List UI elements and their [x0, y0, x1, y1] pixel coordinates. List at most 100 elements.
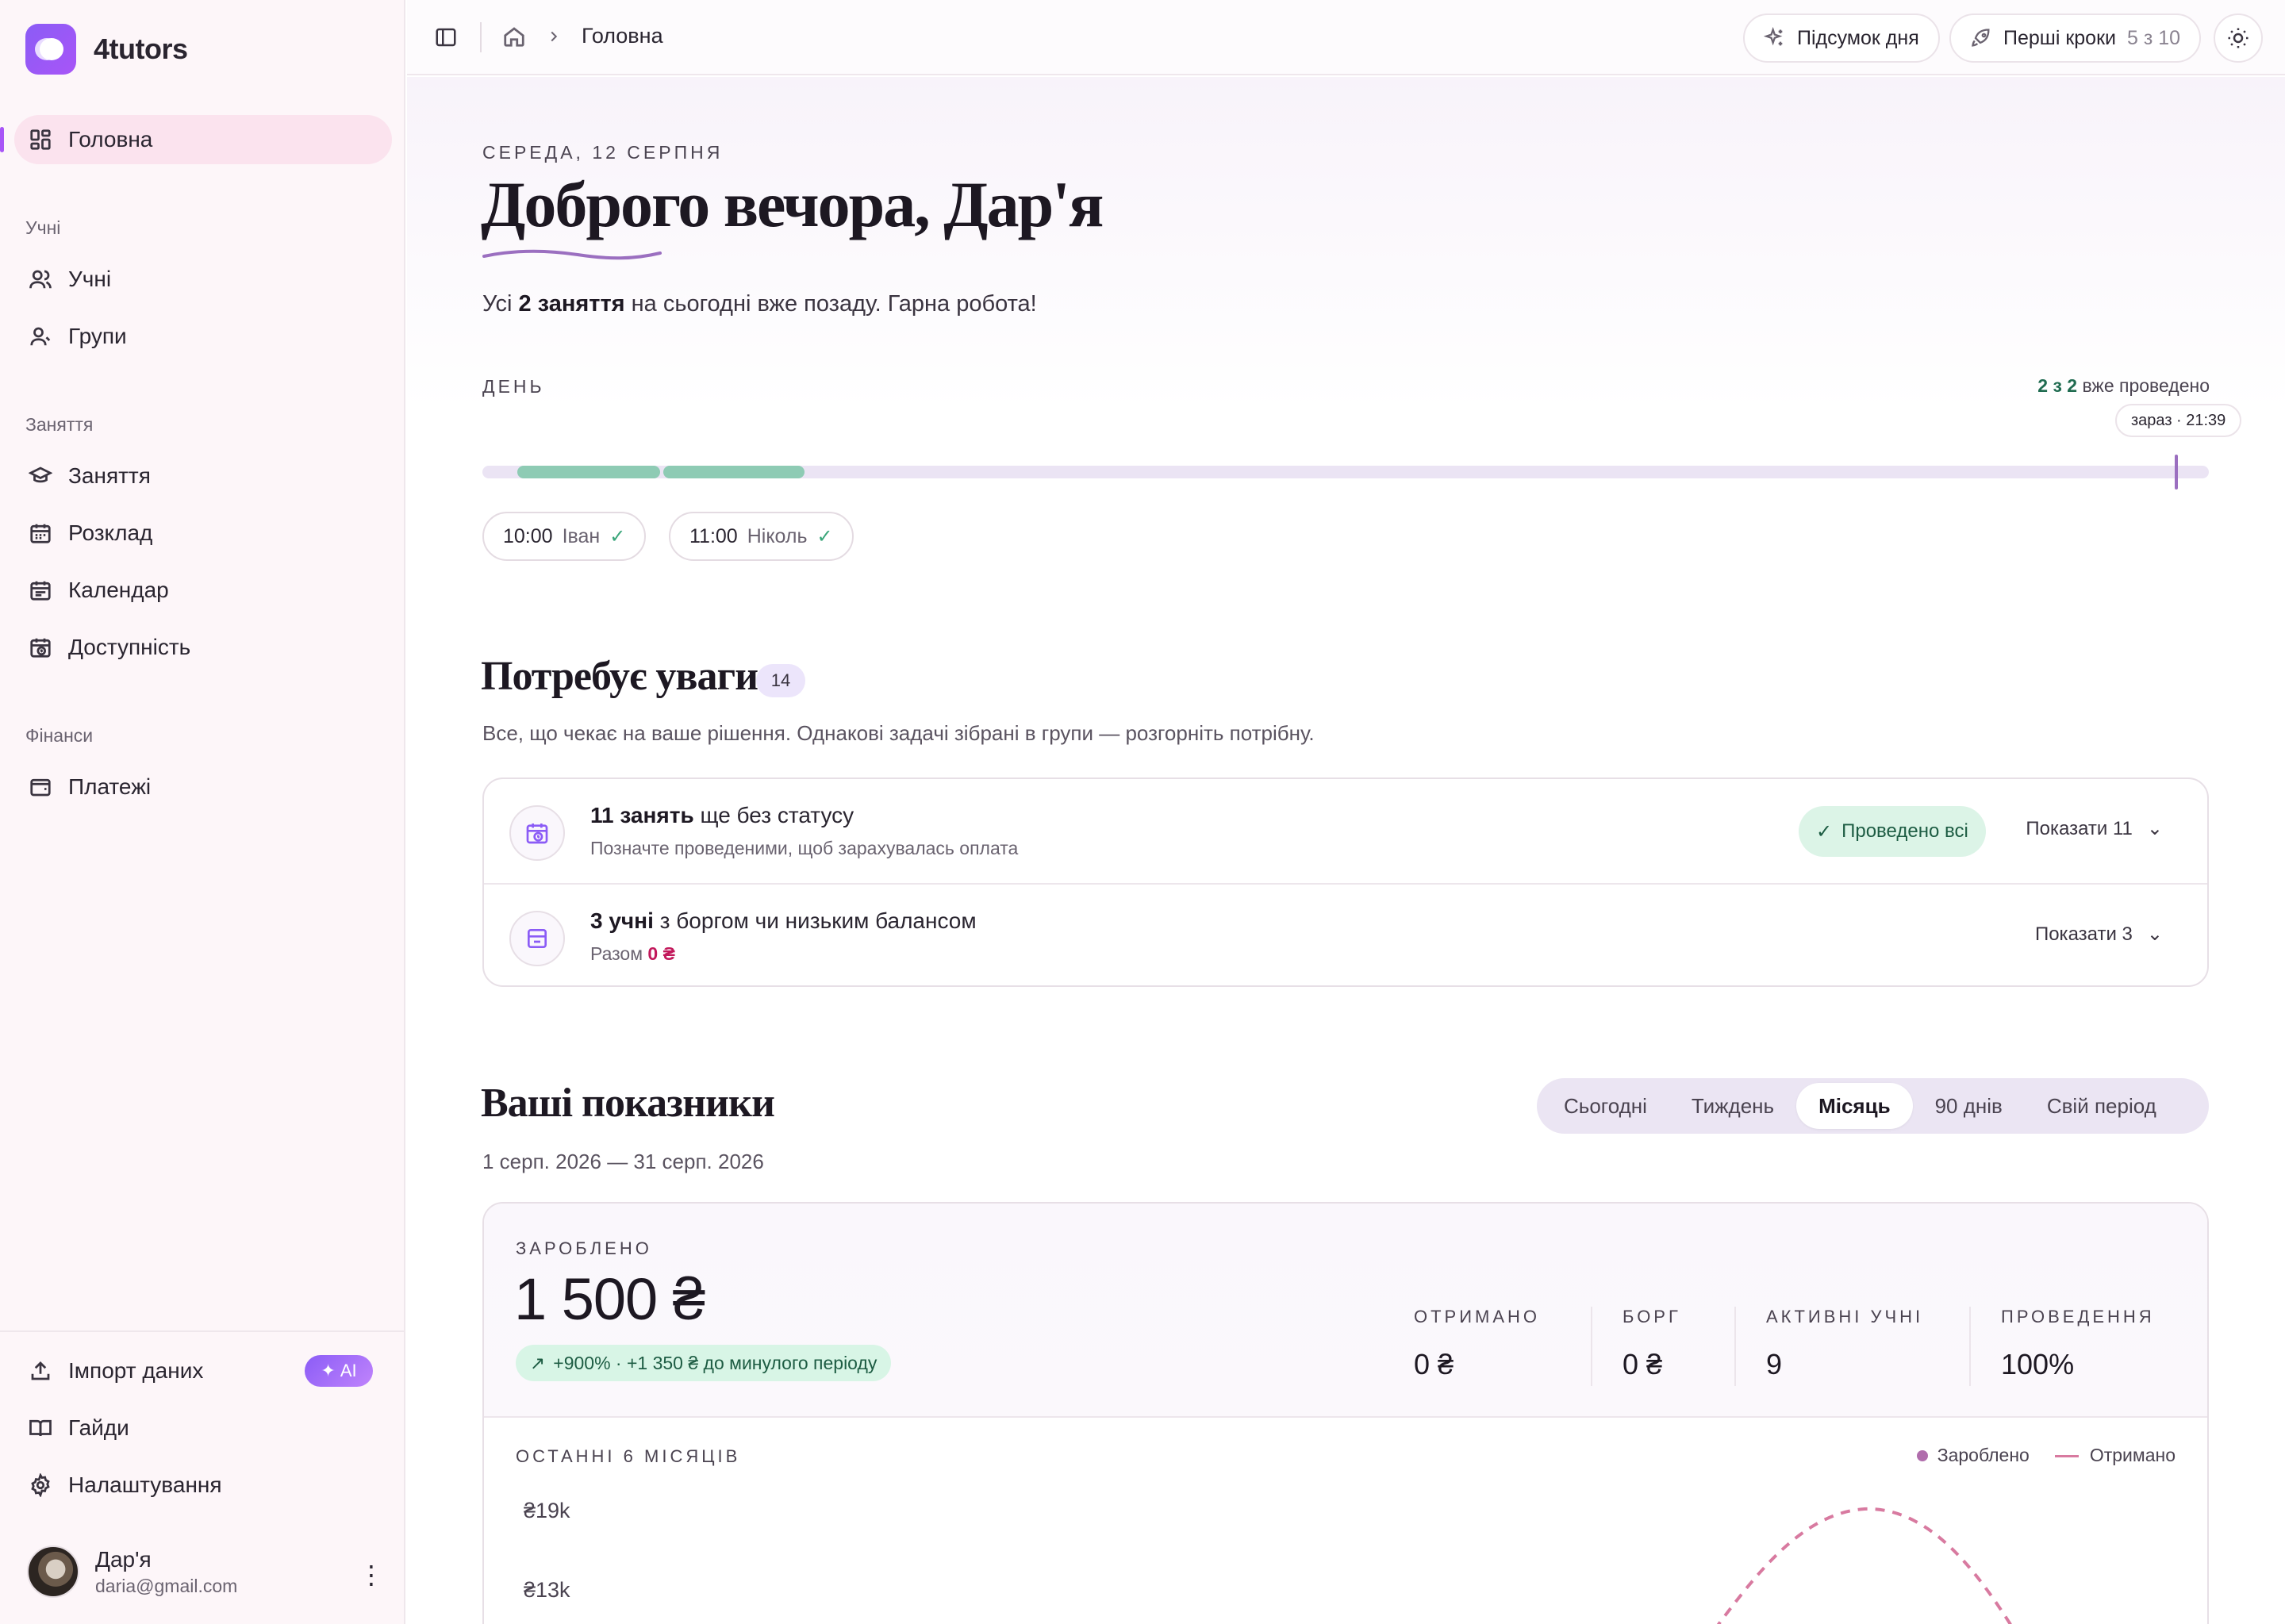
book-open-icon — [29, 1416, 52, 1440]
sidebar-item-import[interactable]: Імпорт даних ✦ AI — [14, 1346, 392, 1396]
check-icon: ✓ — [816, 525, 833, 547]
section-students: Учні — [25, 217, 61, 238]
tab-90-days[interactable]: 90 днів — [1913, 1083, 2025, 1129]
sidebar-item-students[interactable]: Учні — [14, 255, 392, 304]
topbar-separator — [480, 22, 482, 52]
user-name: Дар'я — [95, 1546, 152, 1572]
check-icon: ✓ — [1816, 820, 1833, 843]
check-icon: ✓ — [609, 525, 626, 547]
sidebar-item-lessons[interactable]: Заняття — [14, 451, 392, 501]
sparkles-icon — [1764, 27, 1783, 46]
calendar-clock-icon — [509, 805, 565, 861]
attention-count-badge: 14 — [756, 664, 805, 697]
attention-card: 11 занять ще без статусу Позначте провед… — [482, 777, 2209, 987]
chevron-down-icon: ⌄ — [2146, 923, 2163, 945]
tab-week[interactable]: Тиждень — [1669, 1083, 1796, 1129]
attention-row-subtitle: Разом 0 ₴ — [590, 943, 675, 964]
section-lessons: Заняття — [25, 414, 94, 435]
timeline-lesson-segment[interactable] — [517, 466, 660, 478]
sidebar-item-label: Групи — [68, 324, 127, 348]
timeline-now-marker — [2175, 455, 2178, 490]
lesson-chip[interactable]: 10:00 Іван ✓ — [482, 512, 647, 561]
greeting-underline — [482, 249, 662, 260]
brand[interactable]: 4tutors — [25, 24, 188, 75]
attention-row-lessons[interactable]: 11 занять ще без статусу Позначте провед… — [484, 779, 2207, 883]
greeting-title: Доброго вечора, Дар'я — [481, 168, 1104, 240]
gear-icon — [29, 1473, 52, 1497]
upload-icon — [29, 1359, 52, 1383]
sidebar-toggle-icon[interactable] — [434, 25, 458, 49]
user-email: daria@gmail.com — [95, 1575, 238, 1596]
current-date: СЕРЕДА, 12 СЕРПНЯ — [482, 142, 724, 163]
brand-logo-icon — [25, 24, 76, 75]
more-vertical-icon[interactable]: ⋮ — [359, 1560, 384, 1590]
sidebar-item-label: Розклад — [68, 520, 153, 545]
sidebar-item-label: Доступність — [68, 635, 191, 659]
sidebar: 4tutors Головна Учні Учні Групи Заняття … — [0, 0, 405, 1624]
attention-subtitle: Все, що чекає на ваше рішення. Однакові … — [482, 721, 1315, 745]
sidebar-item-availability[interactable]: Доступність — [14, 623, 392, 672]
period-segmented-control: Сьогодні Тиждень Місяць 90 днів Свій пер… — [1537, 1078, 2209, 1134]
active-indicator — [0, 127, 4, 152]
first-steps-progress: 5 з 10 — [2126, 26, 2181, 49]
sidebar-item-settings[interactable]: Налаштування — [14, 1461, 392, 1510]
sidebar-divider — [0, 1330, 405, 1332]
sidebar-item-groups[interactable]: Групи — [14, 312, 392, 361]
users-icon — [29, 267, 52, 291]
breadcrumb: Головна — [502, 24, 663, 48]
sidebar-item-home[interactable]: Головна — [14, 115, 392, 164]
series-line-received — [1716, 1507, 2013, 1624]
avatar — [27, 1545, 79, 1598]
sidebar-item-label: Платежі — [68, 774, 152, 799]
mark-all-done-button[interactable]: ✓ Проведено всі — [1799, 806, 1986, 857]
sidebar-item-label: Головна — [68, 127, 153, 152]
attention-row-debt[interactable]: 3 учні з боргом чи низьким балансом Разо… — [484, 883, 2207, 985]
user-icon — [29, 324, 52, 348]
attention-row-title: 3 учні з боргом чи низьким балансом — [590, 908, 977, 933]
day-label: ДЕНЬ — [482, 376, 545, 397]
first-steps-button[interactable]: Перші кроки 5 з 10 — [1949, 13, 2202, 63]
sidebar-item-label: Гайди — [68, 1415, 129, 1440]
main-content: СЕРЕДА, 12 СЕРПНЯ Доброго вечора, Дар'я … — [407, 77, 2285, 1624]
sparkles-icon: ✦ — [321, 1361, 336, 1380]
graduation-cap-icon — [29, 464, 52, 488]
wallet-icon — [509, 911, 565, 966]
sidebar-item-schedule[interactable]: Розклад — [14, 509, 392, 558]
brand-name: 4tutors — [94, 33, 188, 65]
day-summary-text: Усі 2 заняття на сьогодні вже позаду. Га… — [482, 291, 1037, 317]
wallet-icon — [29, 775, 52, 799]
chevron-right-icon — [551, 31, 558, 41]
sidebar-item-guides[interactable]: Гайди — [14, 1403, 392, 1453]
theme-toggle-button[interactable] — [2214, 13, 2263, 63]
day-progress-text: 2 з 2 вже проведено — [2037, 375, 2210, 396]
show-more-button[interactable]: Показати 3 ⌄ — [2035, 923, 2163, 946]
timeline-lesson-segment[interactable] — [663, 466, 805, 478]
tab-today[interactable]: Сьогодні — [1542, 1083, 1669, 1129]
sidebar-item-label: Імпорт даних — [68, 1358, 204, 1383]
show-more-button[interactable]: Показати 11 ⌄ — [2026, 817, 2163, 840]
user-profile[interactable]: Дар'я daria@gmail.com — [27, 1545, 237, 1598]
calendar-clock-icon — [29, 635, 52, 659]
attention-row-subtitle: Позначте проведеними, щоб зарахувалась о… — [590, 838, 1019, 858]
sidebar-item-label: Календар — [68, 578, 169, 602]
chevron-down-icon: ⌄ — [2146, 818, 2163, 839]
breadcrumb-current: Головна — [582, 24, 663, 48]
now-indicator: зараз · 21:39 — [2115, 404, 2242, 437]
dashboard-icon — [29, 128, 52, 152]
sidebar-item-payments[interactable]: Платежі — [14, 762, 392, 812]
sidebar-item-calendar[interactable]: Календар — [14, 566, 392, 615]
tab-custom-period[interactable]: Свій період — [2025, 1083, 2179, 1129]
tab-month[interactable]: Місяць — [1796, 1083, 1913, 1129]
sidebar-item-label: Учні — [68, 267, 112, 291]
debt-total: 0 ₴ — [647, 943, 675, 964]
calendar-grid-icon — [29, 521, 52, 545]
ai-badge: ✦ AI — [305, 1355, 373, 1387]
home-icon[interactable] — [502, 25, 526, 48]
period-range: 1 серп. 2026 — 31 серп. 2026 — [482, 1150, 764, 1173]
day-summary-button[interactable]: Підсумок дня — [1743, 13, 1940, 63]
lesson-chip[interactable]: 11:00 Ніколь ✓ — [669, 512, 854, 561]
metrics-title: Ваші показники — [481, 1081, 775, 1126]
calendar-icon — [29, 578, 52, 602]
sidebar-item-label: Заняття — [68, 463, 151, 488]
topbar: Головна Підсумок дня Перші кроки 5 з 10 — [407, 0, 2285, 75]
